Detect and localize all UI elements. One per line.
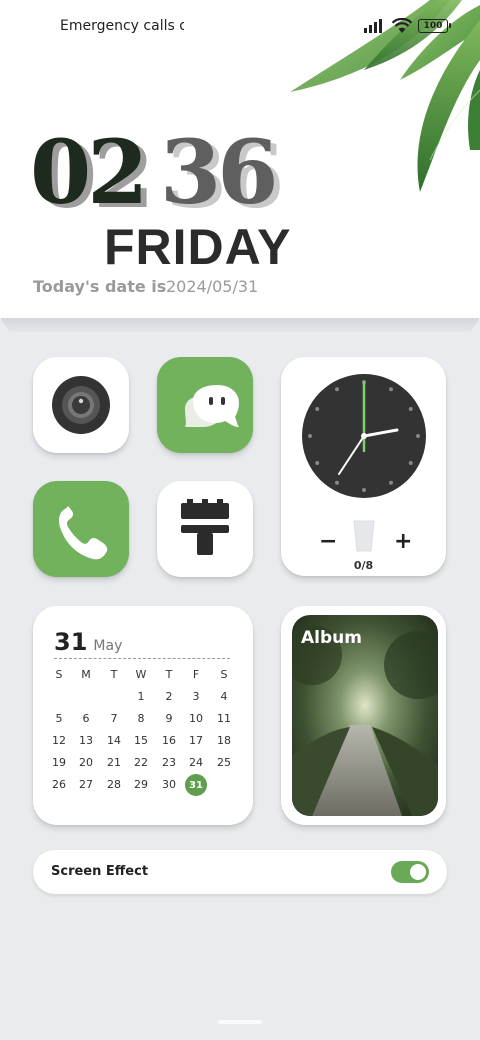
calendar-header: 31 May [54, 628, 122, 656]
calendar-date[interactable]: 16 [156, 734, 182, 747]
status-icons: 100 [364, 18, 451, 34]
calendar-date[interactable]: 25 [211, 756, 237, 769]
broom-icon [181, 499, 229, 555]
calendar-date[interactable]: 6 [73, 712, 99, 725]
home-indicator[interactable] [218, 1020, 262, 1024]
water-cup-icon [353, 520, 375, 552]
calendar-month: May [93, 638, 123, 654]
clock-tick [408, 461, 413, 465]
calendar-date[interactable]: 4 [211, 690, 237, 703]
calendar-date[interactable]: 24 [183, 756, 209, 769]
calendar-date[interactable]: 23 [156, 756, 182, 769]
calendar-date[interactable]: 8 [128, 712, 154, 725]
messages-app-tile[interactable] [157, 357, 253, 453]
calendar-date[interactable]: 19 [46, 756, 72, 769]
calendar-date[interactable]: 3 [183, 690, 209, 703]
clock-tick [335, 387, 339, 392]
calendar-date[interactable]: 14 [101, 734, 127, 747]
clock-minute: 36 [160, 120, 278, 224]
calendar-weekday: W [135, 668, 147, 681]
toggle-knob [410, 864, 426, 880]
calendar-date[interactable]: 26 [46, 778, 72, 791]
phone-app-tile[interactable] [33, 481, 129, 577]
clock-tick [389, 387, 393, 392]
battery-icon: 100 [418, 19, 451, 33]
calendar-day: 31 [54, 628, 88, 656]
calendar-date[interactable]: 12 [46, 734, 72, 747]
clock-tick [335, 480, 339, 485]
calendar-date[interactable]: 17 [183, 734, 209, 747]
calendar-date[interactable]: 1 [128, 690, 154, 703]
calendar-date[interactable]: 27 [73, 778, 99, 791]
water-minus-button[interactable]: − [319, 529, 337, 554]
date-label: Today's date is [33, 277, 167, 296]
screen-effect-toggle[interactable] [391, 861, 429, 883]
camera-app-tile[interactable] [33, 357, 129, 453]
water-plus-button[interactable]: + [394, 529, 412, 554]
calendar-weekday: T [165, 668, 173, 681]
screen-effect-label: Screen Effect [51, 864, 149, 879]
clock-tick [389, 480, 393, 485]
calendar-date[interactable]: 18 [211, 734, 237, 747]
calendar-date[interactable]: 22 [128, 756, 154, 769]
clock-hour: 02 [30, 120, 148, 224]
calendar-date[interactable]: 5 [46, 712, 72, 725]
phone-icon [58, 506, 108, 560]
screen-effect-row[interactable]: Screen Effect [33, 850, 447, 894]
clock-weekday: FRIDAY [104, 219, 292, 275]
clock-tick [315, 407, 320, 411]
album-label: Album [301, 628, 362, 648]
calendar-date[interactable]: 30 [156, 778, 182, 791]
calendar-weekday: F [192, 668, 200, 681]
calendar-weekday: S [220, 668, 228, 681]
wifi-icon [392, 18, 412, 33]
calendar-date[interactable]: 9 [156, 712, 182, 725]
clock-widget[interactable]: − + 0/8 [281, 357, 446, 576]
camera-icon [52, 376, 110, 434]
calendar-date[interactable]: 20 [73, 756, 99, 769]
clock-tick [408, 407, 413, 411]
clock-tick [416, 434, 420, 438]
analog-clock [302, 374, 426, 498]
calendar-weekday: S [55, 668, 63, 681]
clock-tick [362, 488, 366, 492]
water-count: 0/8 [353, 559, 374, 572]
calendar-divider [54, 658, 230, 659]
date-value: 2024/05/31 [166, 277, 259, 296]
clock-tick [308, 434, 312, 438]
status-carrier-text: Emergency calls o [60, 18, 184, 34]
calendar-date[interactable]: 28 [101, 778, 127, 791]
calendar-date[interactable]: 13 [73, 734, 99, 747]
calendar-date[interactable]: 29 [128, 778, 154, 791]
calendar-date[interactable]: 10 [183, 712, 209, 725]
calendar-date[interactable]: 15 [128, 734, 154, 747]
calendar-today[interactable]: 31 [185, 774, 207, 796]
calendar-date[interactable]: 2 [156, 690, 182, 703]
calendar-weekday: T [110, 668, 118, 681]
calendar-date[interactable]: 11 [211, 712, 237, 725]
calendar-date[interactable]: 7 [101, 712, 127, 725]
signal-icon [364, 19, 382, 33]
cleaner-app-tile[interactable] [157, 481, 253, 577]
shelf-divider [0, 318, 480, 332]
clock-tick [315, 461, 320, 465]
calendar-weekday: M [81, 668, 91, 681]
calendar-date[interactable]: 21 [101, 756, 127, 769]
lock-header: Emergency calls o 100 02 36 FRIDAY Today… [0, 0, 480, 320]
chat-icon [185, 385, 239, 427]
